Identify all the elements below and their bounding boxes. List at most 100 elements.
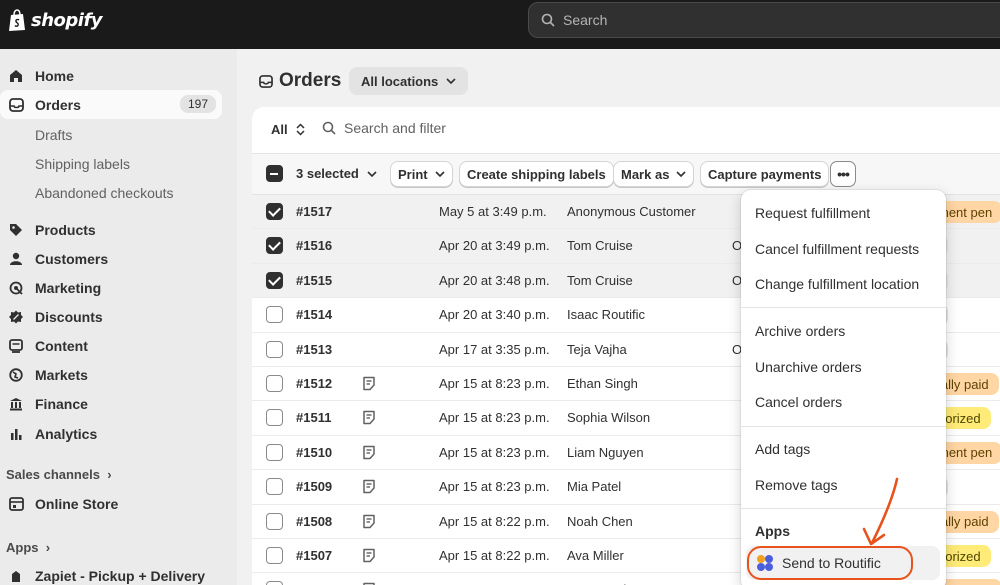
sidebar-item-shipping-labels[interactable]: Shipping labels (35, 156, 130, 172)
order-number[interactable]: #1513 (296, 342, 332, 357)
menu-divider (741, 307, 946, 308)
order-number[interactable]: #1516 (296, 238, 332, 253)
sidebar-item-content[interactable]: Content (0, 331, 222, 360)
page-title: Orders (259, 70, 341, 92)
row-checkbox[interactable] (266, 409, 283, 427)
sidebar-item-online-store[interactable]: Online Store (0, 489, 222, 518)
menu-divider (741, 508, 946, 509)
menu-item-cancel-orders[interactable]: Cancel orders (755, 394, 842, 410)
customer-name: Ava Miller (567, 548, 624, 563)
menu-item-request-fulfillment[interactable]: Request fulfillment (755, 205, 870, 221)
search-placeholder: Search (563, 12, 608, 28)
sidebar-item-zapiet[interactable]: Zapiet - Pickup + Delivery (0, 561, 222, 585)
orders-count-badge: 197 (179, 95, 216, 113)
selected-count-dropdown[interactable]: 3 selected (296, 166, 377, 181)
discount-icon (8, 309, 24, 325)
annotation-arrow-icon (862, 477, 899, 546)
row-checkbox[interactable] (266, 512, 283, 530)
more-actions-button[interactable]: ••• (830, 161, 856, 187)
row-checkbox[interactable] (266, 478, 283, 496)
order-date: Apr 15 at 8:22 p.m. (439, 548, 550, 563)
order-number[interactable]: #1510 (296, 445, 332, 460)
sidebar-item-finance[interactable]: Finance (0, 389, 222, 418)
customer-name: Ethan Singh (567, 376, 638, 391)
chevron-right-icon: › (42, 540, 51, 555)
sidebar-item-discounts[interactable]: Discounts (0, 302, 222, 331)
row-checkbox[interactable] (266, 340, 283, 358)
sidebar-item-products[interactable]: Products (0, 215, 222, 244)
order-number[interactable]: #1508 (296, 514, 332, 529)
order-number[interactable]: #1507 (296, 548, 332, 563)
search-and-filter[interactable]: Search and filter (322, 120, 446, 136)
sidebar-item-abandoned-checkouts[interactable]: Abandoned checkouts (35, 185, 174, 201)
location-label: All locations (361, 73, 439, 89)
order-number[interactable]: #1509 (296, 479, 332, 494)
note-icon[interactable] (362, 548, 376, 563)
row-checkbox[interactable] (266, 237, 283, 255)
capture-payments-button[interactable]: Capture payments (700, 161, 830, 187)
row-checkbox[interactable] (266, 375, 283, 392)
sidebar-item-label: Home (35, 67, 74, 84)
row-checkbox[interactable] (266, 271, 283, 289)
sidebar-item-marketing[interactable]: Marketing (0, 273, 222, 302)
all-locations-button[interactable]: All locations (349, 67, 469, 95)
more-dots-icon: ••• (837, 166, 850, 182)
person-icon (8, 251, 24, 267)
sidebar-item-customers[interactable]: Customers (0, 244, 222, 273)
order-number[interactable]: #1515 (296, 273, 332, 288)
sidebar-item-orders[interactable]: Orders 197 (0, 90, 222, 119)
menu-apps-heading: Apps (755, 523, 790, 539)
target-icon (8, 280, 24, 296)
mark-as-label: Mark as (621, 166, 670, 182)
more-actions-menu: Request fulfillment Cancel fulfillment r… (741, 190, 946, 585)
sidebar-item-label: Finance (35, 395, 88, 412)
sidebar-item-home[interactable]: Home (0, 61, 222, 90)
create-shipping-labels-button[interactable]: Create shipping labels (459, 161, 614, 187)
filter-row: All Search and filter (252, 107, 1000, 153)
sidebar-item-markets[interactable]: Markets (0, 360, 222, 389)
menu-item-unarchive-orders[interactable]: Unarchive orders (755, 359, 862, 375)
sidebar-item-drafts[interactable]: Drafts (35, 127, 72, 143)
note-icon[interactable] (362, 479, 376, 494)
note-icon[interactable] (362, 410, 376, 425)
customer-name: Tom Cruise (567, 272, 633, 288)
filter-all-tab[interactable]: All (271, 122, 305, 137)
order-date: May 5 at 3:49 p.m. (439, 204, 547, 219)
menu-divider (741, 426, 946, 427)
row-checkbox[interactable] (266, 203, 283, 220)
menu-item-cancel-fulfillment-requests[interactable]: Cancel fulfillment requests (755, 241, 919, 257)
order-number[interactable]: #1514 (296, 307, 332, 322)
apps-heading[interactable]: Apps › (6, 540, 50, 555)
row-checkbox[interactable] (266, 547, 283, 564)
mark-as-button[interactable]: Mark as (613, 161, 695, 187)
send-to-routific-label: Send to Routific (782, 555, 881, 571)
order-date: Apr 20 at 3:48 p.m. (439, 272, 550, 288)
select-all-checkbox[interactable] (266, 165, 283, 182)
menu-item-archive-orders[interactable]: Archive orders (755, 323, 845, 339)
note-icon[interactable] (362, 445, 376, 460)
sidebar-item-label: Products (35, 221, 96, 238)
order-number[interactable]: #1512 (296, 376, 332, 391)
menu-item-remove-tags[interactable]: Remove tags (755, 477, 837, 493)
search-bar[interactable]: Search (528, 2, 1000, 38)
chevron-down-icon (446, 78, 456, 84)
sales-channels-heading[interactable]: Sales channels › (6, 467, 112, 482)
menu-item-change-fulfillment-location[interactable]: Change fulfillment location (755, 276, 919, 292)
order-date: Apr 15 at 8:23 p.m. (439, 376, 550, 391)
menu-item-send-to-routific[interactable]: Send to Routific (746, 546, 940, 580)
menu-item-add-tags[interactable]: Add tags (755, 441, 810, 457)
selected-count-label: 3 selected (296, 166, 359, 181)
note-icon[interactable] (362, 514, 376, 529)
row-checkbox[interactable] (266, 443, 283, 461)
sidebar-item-analytics[interactable]: Analytics (0, 419, 222, 448)
print-button[interactable]: Print (390, 161, 453, 187)
row-checkbox[interactable] (266, 581, 283, 585)
shopify-logo[interactable]: shopify (8, 9, 103, 32)
order-number[interactable]: #1517 (296, 204, 332, 219)
apps-label: Apps (6, 540, 39, 555)
app-icon (8, 568, 24, 584)
customer-name: Isaac Routific (567, 307, 646, 323)
row-checkbox[interactable] (266, 306, 283, 324)
order-number[interactable]: #1511 (296, 410, 331, 425)
note-icon[interactable] (362, 376, 376, 391)
